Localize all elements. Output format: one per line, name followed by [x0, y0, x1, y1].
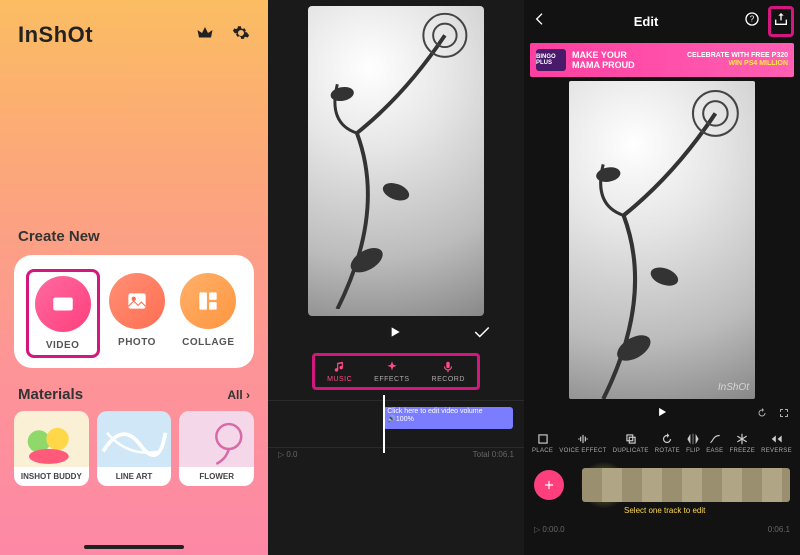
tool-freeze[interactable]: FREEZE: [730, 432, 755, 454]
editor-title: Edit: [634, 14, 659, 29]
time-current: ▷ 0:00.0: [534, 525, 565, 534]
ad-banner[interactable]: BINGO PLUS MAKE YOUR MAMA PROUD CELEBRAT…: [530, 43, 794, 77]
video-preview: [308, 6, 484, 316]
time-total: Total 0:06.1: [473, 450, 514, 459]
tool-reverse[interactable]: REVERSE: [761, 432, 792, 454]
volume-clip[interactable]: Click here to edit video volume 🔊100%: [383, 407, 513, 429]
tool-rotate[interactable]: ROTATE: [655, 432, 680, 454]
confirm-button[interactable]: [473, 325, 491, 344]
tool-bar: PLACE VOICE EFFECT DUPLICATE ROTATE FLIP…: [524, 426, 800, 456]
create-video-button[interactable]: VIDEO: [26, 269, 100, 358]
material-flower[interactable]: FLOWER: [179, 411, 254, 486]
play-button[interactable]: [387, 324, 403, 345]
tab-record[interactable]: RECORD: [432, 360, 465, 383]
tool-ease[interactable]: EASE: [706, 432, 723, 454]
material-inshot-buddy[interactable]: INSHOT BUDDY: [14, 411, 89, 486]
create-new-card: VIDEO PHOTO COLLAGE: [14, 255, 254, 368]
video-icon: [50, 291, 76, 317]
collage-icon: [195, 288, 221, 314]
music-picker-screen: MUSIC EFFECTS RECORD Click here to edit …: [268, 0, 524, 555]
video-clip[interactable]: [582, 468, 790, 502]
back-button[interactable]: [532, 11, 548, 32]
fullscreen-button[interactable]: [778, 406, 790, 424]
tab-effects[interactable]: EFFECTS: [374, 360, 409, 383]
create-photo-label: PHOTO: [118, 337, 156, 348]
material-line-art[interactable]: LINE ART: [97, 411, 172, 486]
ad-brand-logo: BINGO PLUS: [536, 49, 566, 71]
materials-list: INSHOT BUDDY LINE ART FLOWER: [0, 411, 268, 486]
home-screen: InShOt Create New VIDEO PHOTO COLLAGE Ma…: [0, 0, 268, 555]
app-logo: InShOt: [18, 22, 93, 48]
timeline[interactable]: Click here to edit video volume 🔊100% ▷ …: [268, 400, 524, 459]
pro-icon[interactable]: [196, 24, 214, 47]
redo-button[interactable]: [756, 406, 768, 424]
create-collage-button[interactable]: COLLAGE: [180, 273, 236, 354]
help-button[interactable]: ?: [744, 11, 760, 32]
home-indicator: [84, 545, 184, 549]
photo-icon: [124, 288, 150, 314]
tool-place[interactable]: PLACE: [532, 432, 553, 454]
svg-text:?: ?: [750, 15, 755, 24]
materials-heading: Materials: [18, 386, 83, 403]
timeline[interactable]: Select one track to edit ▷ 0:00.0 0:06.1: [524, 460, 800, 520]
time-total: 0:06.1: [768, 525, 790, 534]
add-track-button[interactable]: [534, 470, 564, 500]
mic-icon: [441, 360, 455, 374]
materials-all-link[interactable]: All ›: [227, 388, 250, 402]
tool-duplicate[interactable]: DUPLICATE: [613, 432, 649, 454]
create-photo-button[interactable]: PHOTO: [109, 273, 165, 354]
create-video-label: VIDEO: [46, 340, 80, 351]
tab-music[interactable]: MUSIC: [327, 360, 352, 383]
play-button[interactable]: [655, 405, 669, 424]
tool-voice-effect[interactable]: VOICE EFFECT: [559, 432, 606, 454]
settings-icon[interactable]: [232, 24, 250, 47]
create-new-heading: Create New: [18, 228, 268, 245]
music-icon: [333, 360, 347, 374]
editor-screen: Edit ? BINGO PLUS MAKE YOUR MAMA PROUD C…: [524, 0, 800, 555]
time-current: ▷ 0.0: [278, 450, 298, 459]
watermark[interactable]: InShOt: [718, 382, 749, 393]
tool-flip[interactable]: FLIP: [686, 432, 700, 454]
create-collage-label: COLLAGE: [182, 337, 234, 348]
sparkle-icon: [385, 360, 399, 374]
video-preview: InShOt: [569, 81, 755, 399]
music-tabs: MUSIC EFFECTS RECORD: [312, 353, 480, 390]
select-track-hint: Select one track to edit: [624, 506, 705, 515]
share-button[interactable]: [768, 6, 794, 37]
